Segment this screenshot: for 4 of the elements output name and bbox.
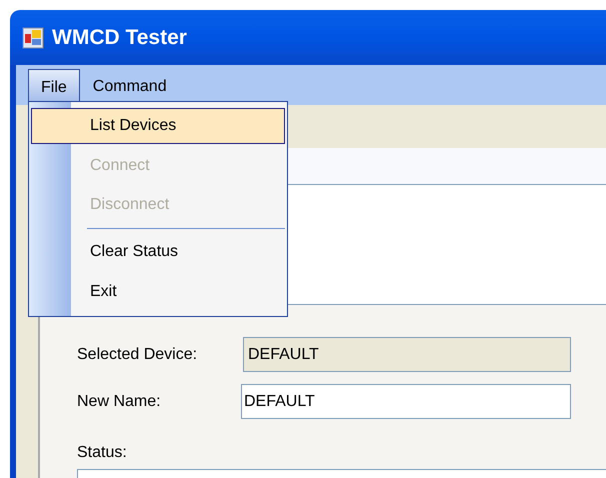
field-label: Selected Device: bbox=[77, 344, 198, 364]
window-title: WMCD Tester bbox=[52, 24, 187, 51]
status-label: Status: bbox=[77, 443, 128, 463]
field-label: New Name: bbox=[77, 392, 162, 412]
